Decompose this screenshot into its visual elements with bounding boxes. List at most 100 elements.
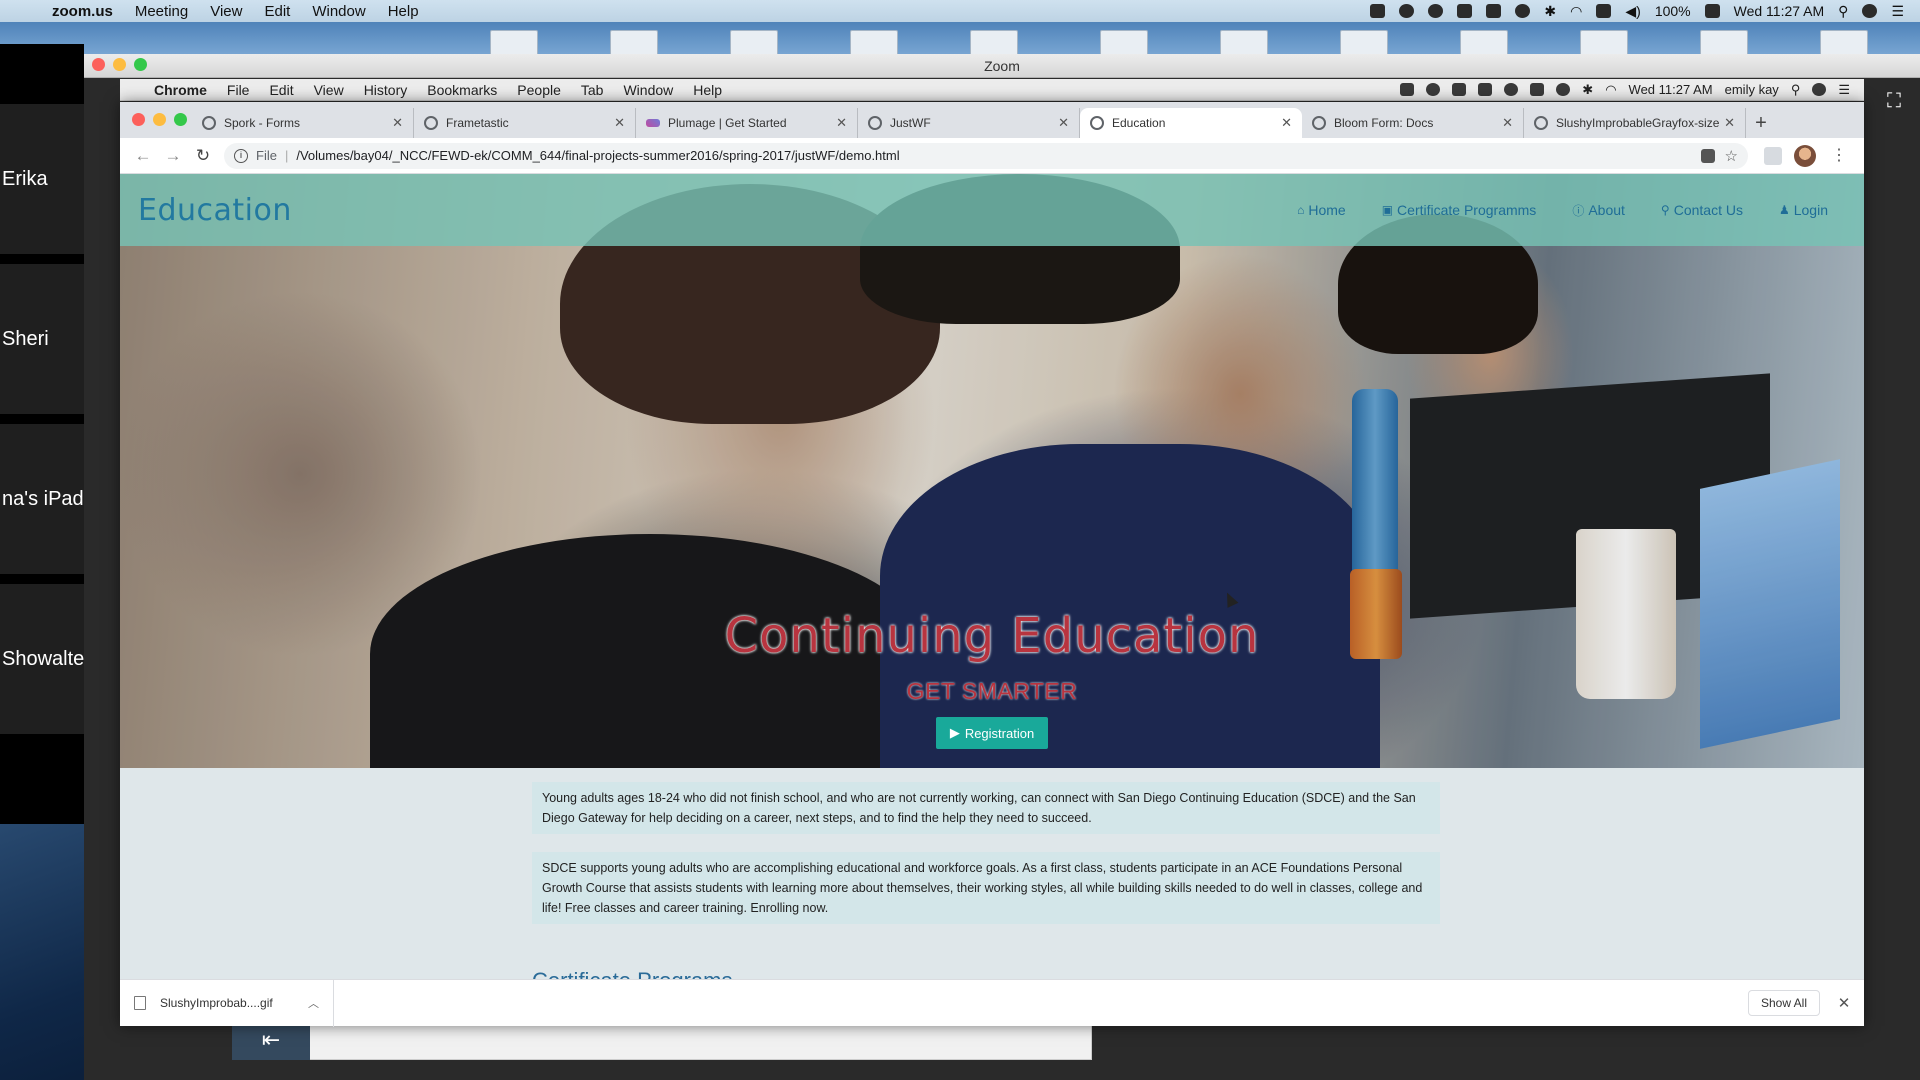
registration-button[interactable]: ▶ Registration [936, 717, 1048, 749]
more-menu-icon[interactable]: ⋮ [1828, 145, 1850, 167]
fullscreen-icon[interactable]: ⛶ [1880, 90, 1908, 118]
battery-icon[interactable] [1704, 4, 1720, 18]
wifi-icon[interactable]: ◠ [1570, 3, 1582, 20]
creative-cloud-icon[interactable] [1426, 83, 1441, 96]
address-bar[interactable]: i File | /Volumes/bay04/_NCC/FEWD-ek/COM… [224, 142, 1748, 169]
bluetooth-icon[interactable]: ✱ [1544, 3, 1556, 20]
new-tab-button[interactable]: + [1746, 108, 1776, 138]
reload-icon[interactable]: ↻ [188, 146, 218, 166]
menu-bookmarks[interactable]: Bookmarks [427, 82, 497, 98]
close-tab-icon[interactable]: ✕ [392, 115, 403, 131]
download-item[interactable]: SlushyImprobab....gif ︿ [120, 979, 334, 1027]
desktop-file-icon[interactable] [610, 30, 658, 56]
input-source-icon[interactable] [1596, 4, 1612, 18]
tab-spork-forms[interactable]: Spork - Forms ✕ [192, 108, 414, 138]
desktop-file-icon[interactable] [1220, 30, 1268, 56]
close-tab-icon[interactable]: ✕ [1502, 115, 1513, 131]
minimize-window-button[interactable] [153, 113, 166, 126]
drive-icon[interactable] [1457, 4, 1473, 18]
desktop-file-icon[interactable] [730, 30, 778, 56]
bluetooth-icon[interactable]: ✱ [1582, 82, 1593, 98]
notification-center-icon[interactable]: ☰ [1891, 3, 1904, 20]
time-machine-icon[interactable] [1515, 4, 1531, 18]
menu-view[interactable]: View [210, 3, 242, 20]
desktop-file-icon[interactable] [1700, 30, 1748, 56]
spotlight-search-icon[interactable]: ⚲ [1791, 82, 1801, 98]
close-window-button[interactable] [132, 113, 145, 126]
close-tab-icon[interactable]: ✕ [614, 115, 625, 131]
time-machine-icon[interactable] [1556, 83, 1571, 96]
zoom-status-icon[interactable] [1370, 4, 1386, 18]
menu-window[interactable]: Window [312, 3, 365, 20]
drive-icon[interactable] [1478, 83, 1493, 96]
nav-about[interactable]: ⓘ About [1572, 202, 1625, 219]
desktop-file-icon[interactable] [490, 30, 538, 56]
close-window-button[interactable] [92, 58, 105, 71]
site-brand[interactable]: Education [138, 193, 292, 228]
profile-avatar[interactable] [1794, 144, 1816, 167]
close-tab-icon[interactable]: ✕ [836, 115, 847, 131]
clock[interactable]: Wed 11:27 AM [1734, 3, 1825, 19]
chevron-up-icon[interactable]: ︿ [308, 995, 319, 1011]
nav-home[interactable]: ⌂ Home [1297, 202, 1346, 219]
tab-plumage[interactable]: Plumage | Get Started ✕ [636, 108, 858, 138]
forward-icon[interactable]: → [158, 146, 188, 166]
desktop-file-icon[interactable] [970, 30, 1018, 56]
close-tab-icon[interactable]: ✕ [1058, 115, 1069, 131]
clock[interactable]: Wed 11:27 AM [1629, 82, 1713, 97]
desktop-file-icon[interactable] [1460, 30, 1508, 56]
menu-file[interactable]: File [227, 82, 250, 98]
tab-justwf[interactable]: JustWF ✕ [858, 108, 1080, 138]
menu-history[interactable]: History [364, 82, 408, 98]
dropbox-icon[interactable] [1400, 83, 1415, 96]
nav-contact[interactable]: ⚲ Contact Us [1661, 202, 1743, 219]
zoom-back-button[interactable]: ⇤ [232, 1022, 310, 1060]
desktop-file-icon[interactable] [1580, 30, 1628, 56]
menu-tab[interactable]: Tab [581, 82, 604, 98]
zoom-window-button[interactable] [134, 58, 147, 71]
show-all-button[interactable]: Show All [1747, 990, 1820, 1016]
zoom-window-button[interactable] [174, 113, 187, 126]
participant-tile[interactable]: Showalte [0, 584, 84, 734]
airplay-icon[interactable] [1486, 4, 1502, 18]
menu-edit[interactable]: Edit [269, 82, 293, 98]
participant-tile[interactable]: Erika [0, 104, 84, 254]
nav-certificate-programs[interactable]: ▣ Certificate Programms [1382, 202, 1537, 219]
desktop-file-icon[interactable] [1340, 30, 1388, 56]
menu-view[interactable]: View [314, 82, 344, 98]
volume-icon[interactable]: ◀) [1625, 3, 1640, 20]
battery-label[interactable]: 100% [1655, 3, 1691, 19]
menu-app-chrome[interactable]: Chrome [154, 82, 207, 98]
airplay-icon[interactable] [1530, 83, 1545, 96]
info-icon[interactable]: i [234, 148, 248, 163]
nav-login[interactable]: ♟ Login [1779, 202, 1828, 219]
tab-education[interactable]: Education ✕ [1080, 108, 1302, 138]
spotlight-search-icon[interactable]: ⚲ [1838, 3, 1848, 20]
notification-center-icon[interactable]: ☰ [1838, 82, 1850, 98]
siri-icon[interactable] [1862, 4, 1878, 18]
desktop-file-icon[interactable] [1820, 30, 1868, 56]
close-icon[interactable]: ✕ [1834, 994, 1854, 1012]
close-tab-icon[interactable]: ✕ [1724, 115, 1735, 131]
url-text[interactable]: /Volumes/bay04/_NCC/FEWD-ek/COMM_644/fin… [296, 148, 1690, 163]
menu-app-zoom[interactable]: zoom.us [52, 3, 113, 20]
tab-slushy-gif[interactable]: SlushyImprobableGrayfox-size ✕ [1524, 108, 1746, 138]
extension-icon[interactable] [1452, 83, 1467, 96]
close-tab-icon[interactable]: ✕ [1281, 115, 1292, 131]
back-icon[interactable]: ← [128, 146, 158, 166]
wifi-icon[interactable]: ◠ [1605, 82, 1616, 98]
menu-meeting[interactable]: Meeting [135, 3, 188, 20]
menu-window[interactable]: Window [623, 82, 673, 98]
menu-help[interactable]: Help [693, 82, 722, 98]
tab-bloom-form[interactable]: Bloom Form: Docs ✕ [1302, 108, 1524, 138]
menu-edit[interactable]: Edit [264, 3, 290, 20]
tab-frametastic[interactable]: Frametastic ✕ [414, 108, 636, 138]
menu-help[interactable]: Help [388, 3, 419, 20]
menu-people[interactable]: People [517, 82, 561, 98]
bookmark-star-icon[interactable]: ☆ [1725, 147, 1738, 165]
minimize-window-button[interactable] [113, 58, 126, 71]
desktop-file-icon[interactable] [850, 30, 898, 56]
sync-icon[interactable] [1504, 83, 1519, 96]
chat-status-icon[interactable] [1399, 4, 1415, 18]
siri-icon[interactable] [1812, 83, 1827, 96]
